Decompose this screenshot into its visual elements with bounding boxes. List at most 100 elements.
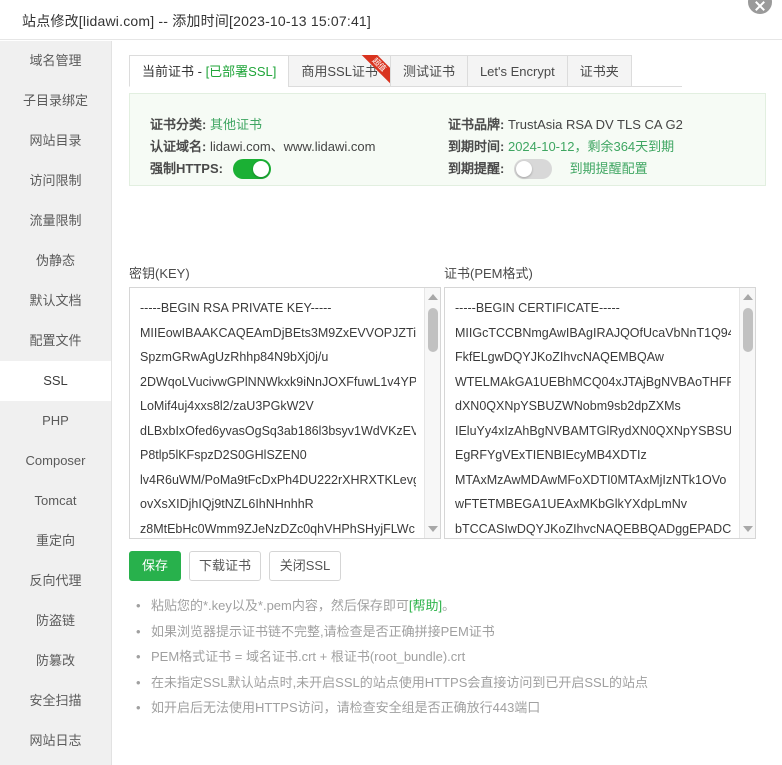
scroll-down-icon[interactable] (428, 526, 438, 532)
scrollbar-thumb[interactable] (428, 308, 438, 352)
tip-item-3: PEM格式证书 = 域名证书.crt + 根证书(root_bundle).cr… (135, 644, 755, 670)
certificate-category-label: 证书分类: (150, 117, 207, 132)
scroll-down-icon[interactable] (743, 526, 753, 532)
key-line-5: LoMif4uj4xxs8l2/zaU3PGkW2V (140, 399, 314, 413)
window-titlebar: 站点修改[lidawi.com] -- 添加时间[2023-10-13 15:0… (0, 0, 782, 40)
key-line-7: P8tlp5lKFspzD2S0GHlSZEN0 (140, 448, 307, 462)
key-line-6: dLBxbIxOfed6yvasOgSq3ab186l3bsyv1WdVKzEV (140, 423, 416, 438)
sidebar-item-4[interactable]: 访问限制 (0, 161, 111, 201)
sidebar-item-11[interactable]: Composer (0, 441, 111, 481)
tip-text: 粘贴您的*.key以及*.pem内容，然后保存即可 (151, 598, 409, 613)
key-textarea-content: -----BEGIN RSA PRIVATE KEY----- MIIEowIBA… (130, 288, 426, 538)
key-line-2: MIIEowIBAAKCAQEAmDjBEts3M9ZxEVVOPJZTic (140, 325, 416, 340)
tip-text: PEM格式证书 = 域名证书.crt + 根证书(root_bundle).cr… (151, 649, 466, 664)
force-https-toggle[interactable] (232, 159, 271, 179)
scroll-up-icon[interactable] (428, 294, 438, 300)
sidebar-item-3[interactable]: 网站目录 (0, 121, 111, 161)
key-line-9: ovXsXIDjhIQj9tNZL6IhNHnhhR (140, 497, 314, 511)
certificate-brand-value: TrustAsia RSA DV TLS CA G2 (507, 117, 683, 132)
toggle-knob (515, 161, 532, 177)
scrollbar-thumb[interactable] (743, 308, 753, 352)
key-textarea-label: 密钥(KEY) (129, 266, 190, 281)
sidebar-item-1[interactable]: 域名管理 (0, 41, 111, 81)
force-https-row: 强制HTTPS: (150, 158, 271, 179)
key-line-3: SpzmGRwAgUzRhhp84N9bXj0j/u (140, 350, 329, 364)
tab-status-highlight: [已部署SSL] (205, 64, 277, 79)
pem-line-8: MTAxMzAwMDAwMFoXDTI0MTAxMjIzNTk1OVo (455, 472, 727, 487)
key-line-1: -----BEGIN RSA PRIVATE KEY----- (140, 301, 332, 315)
sidebar-item-14[interactable]: 反向代理 (0, 561, 111, 601)
pem-line-1: -----BEGIN CERTIFICATE----- (455, 301, 620, 315)
tip-item-5: 如开启后无法使用HTTPS访问，请检查安全组是否正确放行443端口 (135, 695, 755, 721)
save-button[interactable]: 保存 (129, 551, 181, 581)
certificate-category-row: 证书分类: 其他证书 (150, 114, 262, 133)
sidebar: 域名管理 子目录绑定 网站目录 访问限制 流量限制 伪静态 默认文档 配置文件 SSL PHP Co… (0, 41, 112, 765)
pem-textarea-content: -----BEGIN CERTIFICATE----- MIIGcTCCBNmgA… (445, 288, 741, 538)
tab-5[interactable]: 证书夹 (566, 55, 632, 87)
pem-line-9: wFTETMBEGA1UEAxMKbGlkYXdpLmNv (455, 497, 687, 511)
tab-1[interactable]: 当前证书 - [已部署SSL] (129, 55, 289, 87)
sidebar-item-7[interactable]: 默认文档 (0, 281, 111, 321)
certificate-brand-row: 证书品牌: TrustAsia RSA DV TLS CA G2 (448, 114, 683, 133)
key-textarea-scrollbar[interactable] (424, 288, 440, 538)
page-title: 站点修改[lidawi.com] -- 添加时间[2023-10-13 15:0… (22, 13, 372, 29)
sidebar-item-8[interactable]: 配置文件 (0, 321, 111, 361)
tab-label: Let's Encrypt (479, 64, 555, 79)
certificate-info-panel: 证书分类: 其他证书 认证域名: lidawi.com、www.lidawi.c… (129, 93, 766, 186)
sidebar-item-10[interactable]: PHP (0, 401, 111, 441)
tip-item-1: 粘贴您的*.key以及*.pem内容，然后保存即可[帮助]。 (135, 593, 755, 619)
tip-text-suffix: 。 (442, 598, 456, 613)
sidebar-item-9[interactable]: SSL (0, 361, 111, 401)
force-https-label: 强制HTTPS: (150, 161, 223, 176)
pem-textarea[interactable]: -----BEGIN CERTIFICATE----- MIIGcTCCBNmgA… (444, 287, 756, 539)
tab-3[interactable]: 测试证书 (389, 55, 467, 87)
sidebar-item-2[interactable]: 子目录绑定 (0, 81, 111, 121)
sidebar-item-15[interactable]: 防盗链 (0, 601, 111, 641)
expire-reminder-config-link[interactable]: 到期提醒配置 (570, 161, 648, 176)
tab-4[interactable]: Let's Encrypt (466, 55, 567, 87)
certificate-brand-label: 证书品牌: (448, 117, 505, 132)
pem-textarea-scrollbar[interactable] (739, 288, 755, 538)
certificate-domain-value: lidawi.com、www.lidawi.com (209, 139, 376, 154)
close-icon[interactable] (746, 0, 774, 16)
expire-reminder-toggle[interactable] (513, 159, 552, 179)
close-ssl-button[interactable]: 关闭SSL (269, 551, 341, 581)
key-textarea[interactable]: -----BEGIN RSA PRIVATE KEY----- MIIEowIBA… (129, 287, 441, 539)
tip-item-4: 在未指定SSL默认站点时,未开启SSL的站点使用HTTPS会直接访问到已开启SS… (135, 670, 755, 696)
tip-text: 在未指定SSL默认站点时,未开启SSL的站点使用HTTPS会直接访问到已开启SS… (151, 674, 648, 690)
pem-line-5: dXN0QXNpYSBUZWNobm9sb2dpZXMs (455, 399, 681, 413)
certificate-category-value: 其他证书 (209, 117, 262, 132)
pem-line-4: WTELMAkGA1UEBhMCQ04xJTAjBgNVBAoTHFRy (455, 374, 731, 389)
help-link[interactable]: [帮助] (409, 598, 442, 613)
pem-line-7: EgRFYgVExTIENBIEcyMB4XDTIz (455, 448, 647, 462)
tip-text: 如果浏览器提示证书链不完整,请检查是否正确拼接PEM证书 (151, 623, 495, 639)
certificate-expire-row: 到期时间: 2024-10-12，剩余364天到期 (448, 136, 674, 155)
toggle-knob (252, 161, 269, 177)
tip-text: 如开启后无法使用HTTPS访问，请检查安全组是否正确放行443端口 (151, 700, 541, 715)
tab-label: 商用SSL证书 (301, 64, 378, 79)
pem-line-10: bTCCASIwDQYJKoZIhvcNAQEBBQADggEPADCC (455, 521, 731, 536)
sidebar-item-18[interactable]: 网站日志 (0, 721, 111, 761)
pem-textarea-label: 证书(PEM格式) (444, 266, 533, 281)
tab-label: 证书夹 (579, 64, 619, 79)
key-line-10: z8MtEbHc0Wmm9ZJeNzDZc0qhVHPhSHyjFLWc (140, 521, 415, 536)
tips-list: 粘贴您的*.key以及*.pem内容，然后保存即可[帮助]。如果浏览器提示证书链… (135, 593, 755, 721)
tab-2[interactable]: 商用SSL证书 超值 (288, 55, 391, 87)
key-line-8: lv4R6uWM/PoMa9tFcDxPh4DU222rXHRXTKLevg (140, 472, 416, 487)
certificate-domain-label: 认证域名: (150, 139, 207, 154)
tip-item-2: 如果浏览器提示证书链不完整,请检查是否正确拼接PEM证书 (135, 619, 755, 645)
tab-label: 当前证书 - (142, 64, 206, 79)
certificate-expire-label: 到期时间: (448, 139, 505, 154)
sidebar-item-6[interactable]: 伪静态 (0, 241, 111, 281)
sidebar-item-16[interactable]: 防篡改 (0, 641, 111, 681)
expire-reminder-row: 到期提醒: 到期提醒配置 (448, 158, 648, 179)
expire-reminder-label: 到期提醒: (448, 161, 505, 176)
pem-line-3: FkfELgwDQYJKoZIhvcNAQEMBQAw (455, 350, 664, 364)
sidebar-item-13[interactable]: 重定向 (0, 521, 111, 561)
download-certificate-button[interactable]: 下载证书 (189, 551, 261, 581)
sidebar-item-17[interactable]: 安全扫描 (0, 681, 111, 721)
sidebar-item-12[interactable]: Tomcat (0, 481, 111, 521)
scroll-up-icon[interactable] (743, 294, 753, 300)
sidebar-item-5[interactable]: 流量限制 (0, 201, 111, 241)
main-content: 当前证书 - [已部署SSL] 商用SSL证书 超值 测试证书 Let's Encryp… (113, 41, 782, 765)
